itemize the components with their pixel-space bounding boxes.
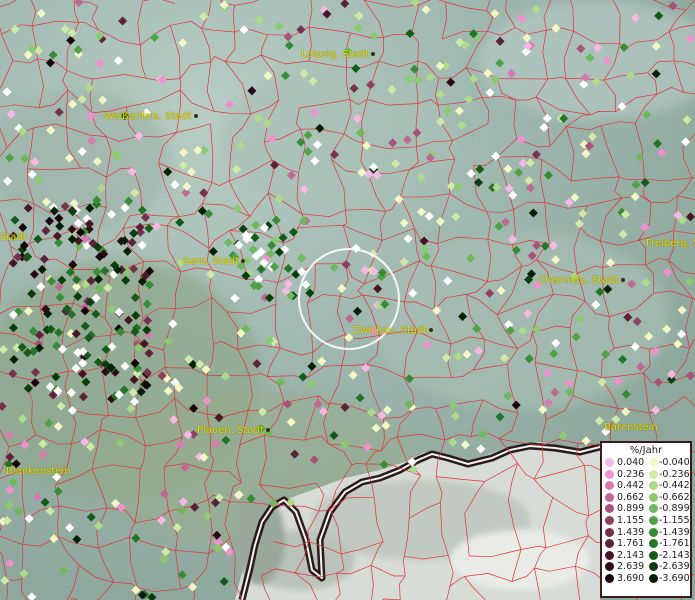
- map-view[interactable]: Leipzig, Stadt Weißenfels, Stadt Gera, S…: [0, 0, 695, 600]
- legend-value-positive: 0.442: [617, 480, 645, 492]
- legend-value-positive: 1.155: [617, 514, 645, 526]
- legend-swatch-negative: [649, 515, 658, 525]
- legend-swatch-positive: [605, 481, 614, 491]
- legend-row: 0.442 -0.442: [602, 480, 690, 492]
- legend-value-positive: 2.143: [617, 549, 645, 561]
- city-label-gera[interactable]: Gera, Stadt: [182, 256, 246, 267]
- city-label-zwickau[interactable]: Zwickau, Stadt: [353, 325, 434, 336]
- legend-value-positive: 0.236: [617, 468, 645, 480]
- legend-value-negative: -1.439: [659, 526, 690, 538]
- legend-value-negative: -0.899: [659, 503, 690, 515]
- legend-row: 1.761 -1.761: [602, 538, 690, 550]
- city-label-baerenstein[interactable]: Bärenstein: [604, 422, 658, 433]
- legend-swatch-positive: [605, 458, 614, 467]
- legend-value-negative: -1.155: [659, 514, 690, 526]
- legend-value-negative: -0.236: [659, 468, 690, 480]
- legend-swatch-negative: [649, 562, 658, 572]
- legend-value-negative: -2.639: [659, 561, 690, 573]
- legend-value-positive: 0.040: [617, 457, 645, 468]
- legend-value-positive: 2.639: [617, 561, 645, 573]
- legend-swatch-positive: [605, 527, 614, 537]
- legend-swatch-positive: [605, 492, 614, 502]
- city-label-weissenfels[interactable]: Weißenfels, Stadt: [104, 111, 198, 122]
- legend-swatch-positive: [605, 469, 614, 479]
- legend-swatch-positive: [605, 562, 614, 572]
- legend-swatch-negative: [649, 539, 658, 549]
- legend-swatch-negative: [649, 573, 658, 583]
- map-canvas[interactable]: [0, 0, 695, 600]
- legend-swatch-negative: [649, 481, 658, 491]
- legend-swatch-negative: [649, 504, 658, 514]
- legend-row: 0.899 -0.899: [602, 503, 690, 515]
- legend-swatch-positive: [605, 504, 614, 514]
- legend-value-positive: 3.690: [617, 572, 645, 584]
- legend-value-positive: 1.439: [617, 526, 645, 538]
- legend-row: 3.690 -3.690: [602, 573, 690, 585]
- city-label-freiberg[interactable]: Freiberg, Stadt: [646, 238, 695, 249]
- legend-value-positive: 0.899: [617, 503, 645, 515]
- legend-title: %/Jahr: [629, 445, 663, 456]
- legend-row: 1.155 -1.155: [602, 515, 690, 527]
- legend-value-positive: 0.662: [617, 491, 645, 503]
- legend-swatch-negative: [649, 458, 658, 467]
- legend-swatch-positive: [605, 539, 614, 549]
- legend-swatch-negative: [649, 527, 658, 537]
- legend-row: 1.439 -1.439: [602, 527, 690, 539]
- legend-swatch-negative: [649, 469, 658, 479]
- legend-rows: 0.040 -0.040 0.236 -0.236 0.442 -0.442 0.662 -0…: [602, 457, 690, 585]
- legend-swatch-negative: [649, 492, 658, 502]
- legend-row: 2.143 -2.143: [602, 550, 690, 562]
- legend-value-negative: -1.761: [659, 538, 690, 550]
- legend-swatch-positive: [605, 550, 614, 560]
- legend-value-negative: -0.442: [659, 480, 690, 492]
- legend-swatch-positive: [605, 515, 614, 525]
- legend-value-negative: -2.143: [659, 549, 690, 561]
- legend-value-negative: -3.690: [659, 572, 690, 584]
- legend: %/Jahr 0.040 -0.040 0.236 -0.236 0.442 -0.442…: [600, 441, 692, 598]
- legend-row: 0.236 -0.236: [602, 469, 690, 481]
- legend-value-negative: -0.662: [659, 491, 690, 503]
- legend-swatch-positive: [605, 573, 614, 583]
- legend-row: 0.662 -0.662: [602, 492, 690, 504]
- legend-swatch-negative: [649, 550, 658, 560]
- city-label-blankenstein[interactable]: Blankenstein: [6, 466, 70, 477]
- city-label-stadt-left[interactable]: Stadt: [0, 232, 27, 243]
- city-label-plauen[interactable]: Plauen, Stadt: [197, 425, 270, 436]
- city-label-chemnitz[interactable]: Chemnitz, Stadt: [538, 275, 625, 286]
- legend-row: 2.639 -2.639: [602, 561, 690, 573]
- city-label-leipzig[interactable]: Leipzig, Stadt: [301, 49, 376, 60]
- legend-value-positive: 1.761: [617, 538, 645, 550]
- legend-value-negative: -0.040: [659, 457, 690, 468]
- legend-row: 0.040 -0.040: [602, 457, 690, 469]
